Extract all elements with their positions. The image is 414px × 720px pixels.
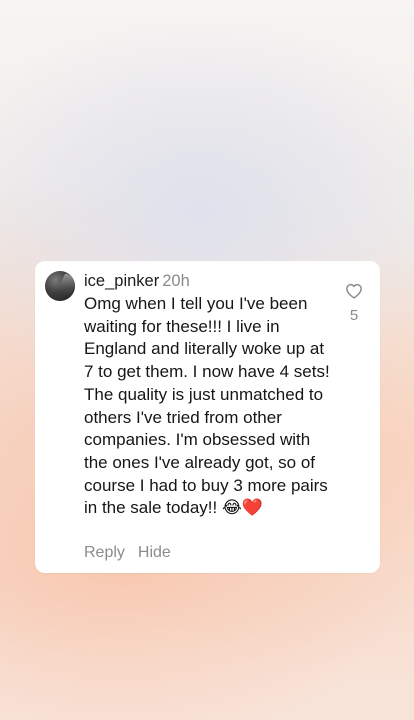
comment-header: ice_pinker 20h	[84, 271, 190, 291]
laughing-emoji-icon: 😂	[222, 498, 242, 518]
heart-emoji-icon: ❤️	[241, 498, 264, 518]
comment-card: ice_pinker 20h Omg when I tell you I've b…	[35, 261, 380, 573]
reply-button[interactable]: Reply	[84, 544, 125, 561]
heart-outline-icon[interactable]	[345, 283, 363, 299]
timestamp: 20h	[162, 272, 190, 290]
comment-actions: Reply Hide	[84, 543, 171, 563]
username[interactable]: ice_pinker	[84, 272, 159, 290]
hide-button[interactable]: Hide	[138, 544, 171, 561]
avatar[interactable]	[45, 271, 75, 301]
like-count: 5	[349, 307, 359, 324]
comment-body: Omg when I tell you I've been waiting fo…	[84, 294, 330, 518]
comment-text: Omg when I tell you I've been waiting fo…	[84, 293, 334, 520]
